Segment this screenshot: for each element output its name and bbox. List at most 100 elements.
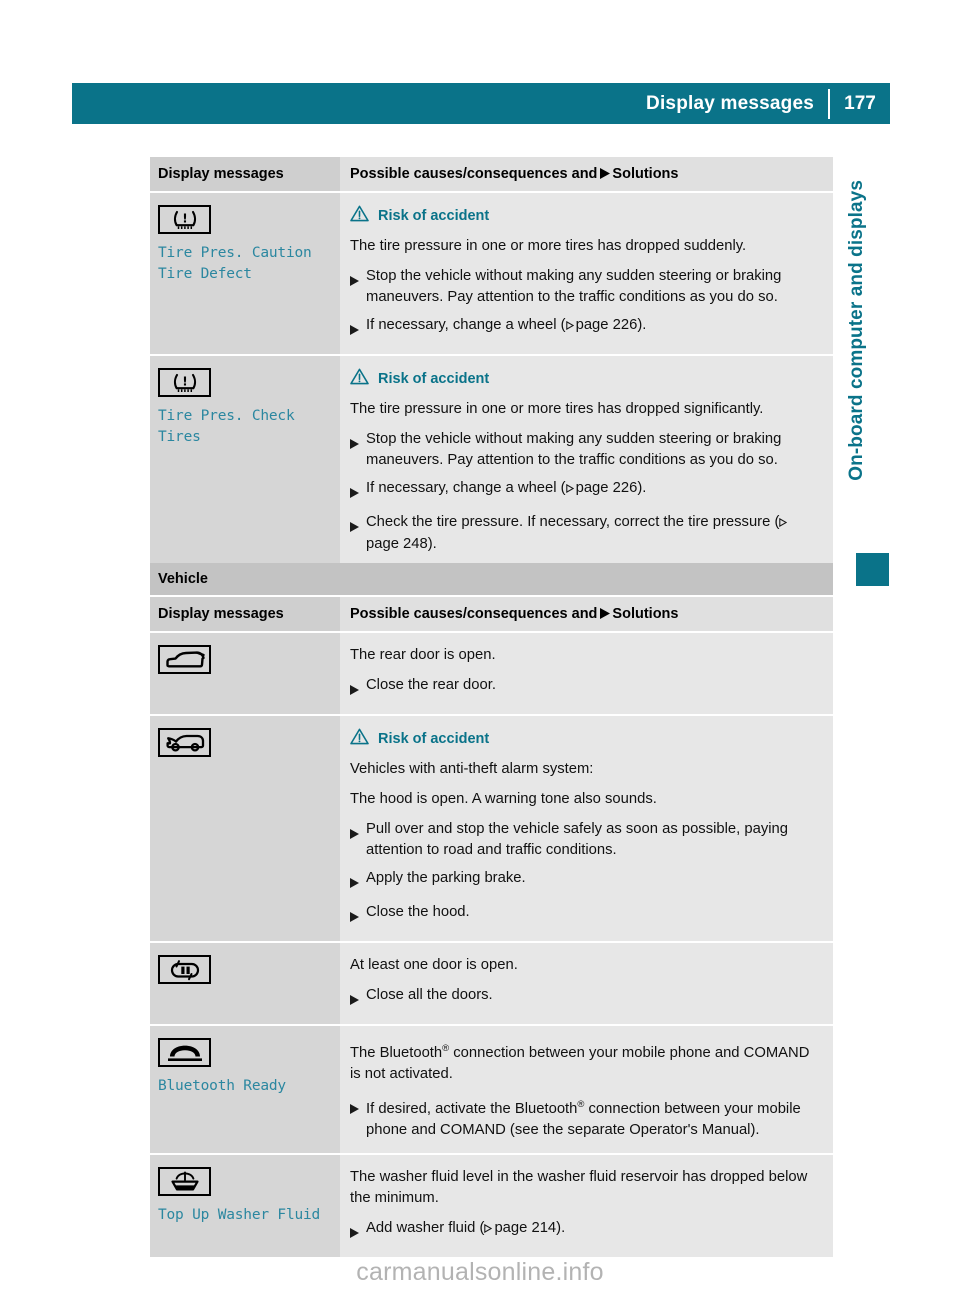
- solution-bullet: Check the tire pressure. If necessary, c…: [350, 512, 819, 555]
- warning-heading: Risk of accident: [350, 728, 819, 750]
- column-header-display-messages: Display messages: [158, 166, 284, 182]
- vehicle-rows-container: The rear door is open. Close the rear doo…: [150, 633, 833, 1257]
- bullet-triangle-icon: [350, 868, 359, 895]
- solution-text: If necessary, change a wheel (page 226).: [366, 478, 819, 505]
- solution-bullet: Apply the parking brake.: [350, 868, 819, 895]
- warning-label: Risk of accident: [378, 731, 490, 747]
- solution-bullet: If desired, activate the Bluetooth® conn…: [350, 1094, 819, 1141]
- cause-paragraph: The rear door is open.: [350, 647, 496, 663]
- column-header-solutions: Possible causes/consequences and Solution…: [350, 166, 678, 183]
- solution-bullet: If necessary, change a wheel (page 226).: [350, 478, 819, 505]
- cross-reference-triangle-icon: [779, 513, 788, 534]
- cross-reference-link[interactable]: page 226: [576, 317, 638, 333]
- tire-rows-container: ! Tire Pres. Caution Tire Defect Risk of …: [150, 193, 833, 567]
- table-header-cell-left: Display messages: [150, 597, 340, 631]
- solution-text: If desired, activate the Bluetooth® conn…: [366, 1098, 801, 1138]
- tire-pressure-warning-icon-box: !: [158, 368, 211, 397]
- causes-solutions-cell: Risk of accident The tire pressure in one…: [340, 193, 833, 354]
- causes-solutions-cell: The washer fluid level in the washer flu…: [340, 1154, 833, 1257]
- bullet-triangle-icon: [350, 985, 359, 1012]
- display-message-label: Bluetooth Ready: [158, 1078, 286, 1094]
- solution-bullet: Pull over and stop the vehicle safely as…: [350, 819, 819, 861]
- cause-paragraph: Vehicles with anti-theft alarm system:: [350, 761, 594, 777]
- warning-triangle-icon: [350, 205, 369, 227]
- cross-reference-link[interactable]: page 226: [576, 480, 638, 496]
- warning-label: Risk of accident: [378, 371, 490, 387]
- causes-solutions-cell: Risk of accident Vehicles with anti-theft…: [340, 716, 833, 941]
- page-number: 177: [844, 92, 876, 114]
- chapter-marker-square: [856, 553, 889, 586]
- bullet-triangle-icon: [350, 478, 359, 505]
- bullet-triangle-icon: [350, 512, 359, 555]
- table-row: Risk of accident Vehicles with anti-theft…: [150, 716, 833, 941]
- warning-label: Risk of accident: [378, 208, 490, 224]
- message-cell: Bluetooth Ready: [150, 1026, 340, 1153]
- column-header-suffix: Solutions: [612, 165, 679, 182]
- cross-reference-link[interactable]: page 214: [494, 1220, 556, 1236]
- causes-solutions-cell: Risk of accident The tire pressure in one…: [340, 356, 833, 567]
- display-message-label: Tire Pres. Check Tires: [158, 408, 295, 445]
- solution-text: If necessary, change a wheel (page 226).: [366, 315, 819, 342]
- cause-paragraph: The tire pressure in one or more tires h…: [350, 401, 764, 417]
- table-header-row: Display messages Possible causes/consequ…: [150, 157, 833, 191]
- tire-pressure-warning-icon-box: !: [158, 205, 211, 234]
- table-row: Bluetooth Ready The Bluetooth® connection…: [150, 1026, 833, 1153]
- solution-text: Check the tire pressure. If necessary, c…: [366, 512, 819, 555]
- table-header-row: Display messages Possible causes/consequ…: [150, 597, 833, 631]
- svg-text:!: !: [182, 374, 187, 388]
- cross-reference-link[interactable]: page 248: [366, 536, 428, 552]
- tire-messages-table: Display messages Possible causes/consequ…: [150, 157, 833, 569]
- telephone-handset-icon: [165, 1042, 205, 1064]
- column-header-display-messages: Display messages: [158, 606, 284, 622]
- column-header-suffix: Solutions: [612, 605, 679, 622]
- warning-triangle-icon: [350, 728, 369, 750]
- solid-triangle-icon: [600, 167, 611, 183]
- display-message-label: Top Up Washer Fluid: [158, 1206, 321, 1223]
- bullet-triangle-icon: [350, 266, 359, 308]
- causes-solutions-cell: The Bluetooth® connection between your m…: [340, 1026, 833, 1153]
- cross-reference-triangle-icon: [484, 1219, 493, 1240]
- cause-paragraph: The hood is open. A warning tone also so…: [350, 791, 657, 807]
- bullet-triangle-icon: [350, 1094, 359, 1141]
- tire-pressure-warning-icon: !: [168, 372, 202, 394]
- section-title-text: Vehicle: [158, 571, 208, 587]
- column-header-prefix: Possible causes/consequences and: [350, 165, 598, 182]
- section-title-vehicle: Vehicle: [150, 563, 833, 595]
- solution-text: Apply the parking brake.: [366, 870, 526, 886]
- warning-heading: Risk of accident: [350, 205, 819, 227]
- solution-bullet: Close the hood.: [350, 902, 819, 929]
- table-header-cell-left: Display messages: [150, 157, 340, 191]
- solution-text: Stop the vehicle without making any sudd…: [366, 431, 782, 468]
- table-row: The rear door is open. Close the rear doo…: [150, 633, 833, 714]
- doors-open-icon: [165, 959, 205, 981]
- washer-fluid-icon-box: [158, 1166, 211, 1196]
- telephone-handset-icon-box: [158, 1038, 211, 1067]
- cross-reference-triangle-icon: [565, 479, 574, 500]
- table-row: Top Up Washer Fluid The washer fluid leve…: [150, 1154, 833, 1257]
- solution-text: Stop the vehicle without making any sudd…: [366, 268, 782, 305]
- message-cell: ! Tire Pres. Caution Tire Defect: [150, 193, 340, 354]
- message-cell: [150, 633, 340, 714]
- rear-door-open-icon: [164, 650, 206, 670]
- message-cell: [150, 716, 340, 941]
- cause-paragraph: The tire pressure in one or more tires h…: [350, 238, 747, 254]
- cause-paragraph: The Bluetooth® connection between your m…: [350, 1043, 810, 1082]
- svg-text:!: !: [182, 211, 187, 225]
- tire-pressure-warning-icon: !: [168, 209, 202, 231]
- message-cell: [150, 943, 340, 1024]
- registered-mark: ®: [442, 1043, 450, 1054]
- message-cell: Top Up Washer Fluid: [150, 1154, 340, 1257]
- hood-open-icon-box: [158, 728, 211, 757]
- display-message-label: Tire Pres. Caution Tire Defect: [158, 245, 312, 282]
- bullet-triangle-icon: [350, 819, 359, 861]
- solution-text: Close the rear door.: [366, 677, 496, 693]
- page-header-bar: Display messages 177: [72, 83, 890, 124]
- page-header-title: Display messages: [646, 92, 814, 114]
- causes-solutions-cell: At least one door is open. Close all the …: [340, 943, 833, 1024]
- cause-paragraph: At least one door is open.: [350, 957, 518, 973]
- solution-bullet: Stop the vehicle without making any sudd…: [350, 266, 819, 308]
- bullet-triangle-icon: [350, 1218, 359, 1245]
- hood-open-icon: [164, 732, 206, 753]
- bullet-triangle-icon: [350, 315, 359, 342]
- column-header-solutions: Possible causes/consequences and Solution…: [350, 606, 678, 623]
